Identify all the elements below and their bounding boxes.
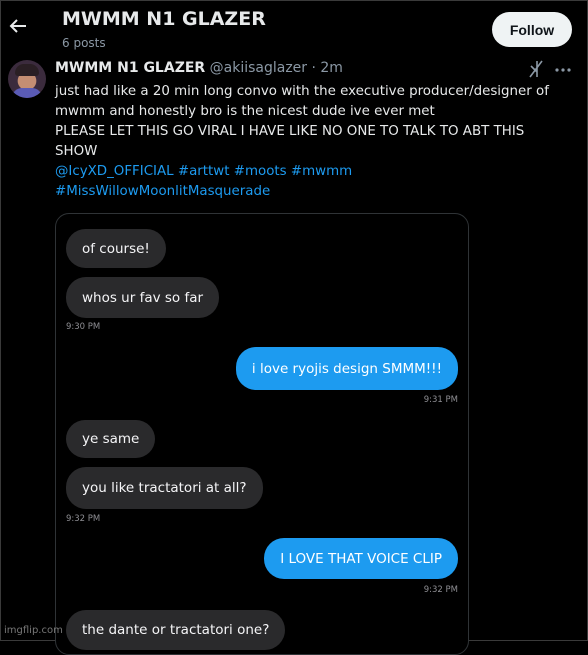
chat-timestamp: 9:32 PM <box>66 514 101 524</box>
back-arrow-icon[interactable] <box>8 16 28 36</box>
chat-timestamp: 9:31 PM <box>423 395 458 405</box>
chat-timestamp: 9:32 PM <box>423 585 458 595</box>
post-tags-line[interactable]: @IcyXD_OFFICIAL #arttwt #moots #mwmm <box>55 162 575 182</box>
post-line: PLEASE LET THIS GO VIRAL I HAVE LIKE NO … <box>55 124 525 139</box>
post-count: 6 posts <box>62 36 106 50</box>
more-options-icon[interactable] <box>555 62 571 76</box>
chat-message-received: whos ur fav so far <box>66 277 220 318</box>
profile-title: MWMM N1 GLAZER <box>62 8 266 30</box>
chat-message-received: the dante or tractatori one? <box>66 610 286 650</box>
post-text: just had like a 20 min long convo with t… <box>55 82 575 202</box>
avatar[interactable] <box>8 60 46 98</box>
chat-message-received: ye same <box>66 420 156 458</box>
post-line: SHOW <box>55 144 98 159</box>
chat-timestamp: 9:30 PM <box>66 322 101 332</box>
avatar-hair <box>15 64 39 76</box>
author-handle-time[interactable]: @akiisaglazer · 2m <box>210 60 343 76</box>
grok-icon[interactable] <box>528 60 544 78</box>
chat-message-received: of course! <box>66 229 166 268</box>
post-tags-line[interactable]: #MissWillowMoonlitMasquerade <box>55 182 575 202</box>
chat-screenshot-media[interactable]: of course! whos ur fav so far 9:30 PM i … <box>55 213 469 655</box>
watermark: imgflip.com <box>4 625 63 636</box>
profile-header: MWMM N1 GLAZER 6 posts Follow <box>0 0 588 58</box>
chat-message-sent: I LOVE THAT VOICE CLIP <box>264 538 458 579</box>
avatar-shirt <box>12 88 42 98</box>
post-line: just had like a 20 min long convo with t… <box>55 84 549 99</box>
follow-button[interactable]: Follow <box>492 12 572 47</box>
chat-message-sent: i love ryojis design SMMM!!! <box>235 347 458 390</box>
post-author-row: MWMM N1 GLAZER @akiisaglazer · 2m <box>55 60 343 78</box>
author-display-name[interactable]: MWMM N1 GLAZER <box>55 60 205 76</box>
post-line: mwmm and honestly bro is the nicest dude… <box>55 104 435 119</box>
chat-message-received: you like tractatori at all? <box>66 467 263 509</box>
